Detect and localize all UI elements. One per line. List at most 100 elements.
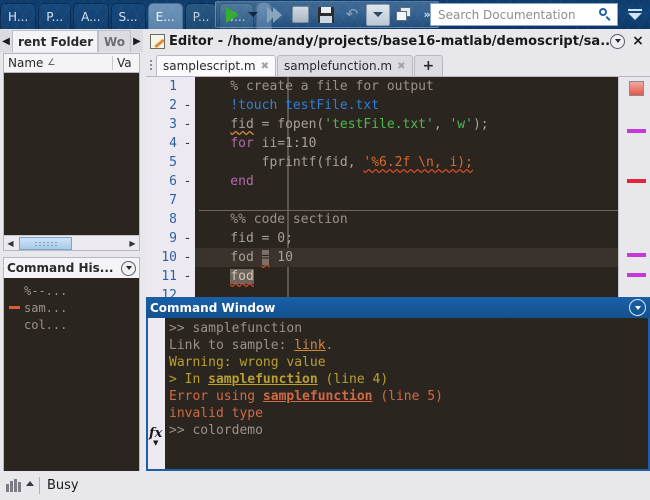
code-line-4[interactable]: for ii=1:10 bbox=[195, 134, 619, 153]
code-line-8[interactable]: %% code section bbox=[195, 210, 619, 229]
ribbon-toolbar: H... P... A... S... E... P... V... ↶ » bbox=[0, 0, 650, 29]
code-line-12[interactable] bbox=[195, 286, 619, 297]
output-hyperlink[interactable]: samplefunction bbox=[263, 389, 373, 404]
hscroll-thumb[interactable] bbox=[19, 236, 72, 250]
file-tab-samplescript[interactable]: samplescript.m ✖ bbox=[156, 55, 276, 76]
editor-marker-strip[interactable] bbox=[618, 77, 650, 297]
column-header-value-label: Va bbox=[117, 56, 132, 70]
output-text: . bbox=[325, 338, 334, 353]
hscroll-left-button[interactable]: ◀ bbox=[4, 236, 17, 250]
run-button[interactable] bbox=[219, 3, 245, 27]
ribbon-tab-editor[interactable]: E... bbox=[147, 3, 183, 29]
breakpoint-slot[interactable]: - bbox=[180, 96, 195, 115]
breakpoint-slot[interactable] bbox=[180, 77, 195, 96]
editor-tabbar-grip[interactable] bbox=[146, 55, 156, 76]
collapse-ribbon-arrow-icon bbox=[628, 12, 642, 20]
search-documentation-box[interactable] bbox=[430, 3, 618, 26]
tabbar-scroll-left-button[interactable]: ◀ bbox=[0, 30, 12, 52]
command-history-list[interactable]: %--... sam... col... bbox=[3, 278, 140, 491]
undo-button[interactable]: ↶ bbox=[339, 3, 365, 27]
ribbon-tab-publish[interactable]: P... bbox=[184, 3, 218, 29]
left-dock-column: ◀ rent Folder Wo ▶ Name ∠ Va ◀ ▶ Command… bbox=[0, 29, 143, 500]
close-icon[interactable]: ✖ bbox=[261, 61, 269, 72]
current-folder-hscrollbar[interactable]: ◀ ▶ bbox=[4, 235, 139, 250]
editor-dropdown-button[interactable] bbox=[610, 33, 625, 49]
breakpoint-slot[interactable] bbox=[180, 153, 195, 172]
output-hyperlink[interactable]: link bbox=[294, 338, 325, 353]
breakpoint-slot[interactable]: - bbox=[180, 248, 195, 267]
code-line-9[interactable]: fid = 0; bbox=[195, 229, 619, 248]
column-header-value[interactable]: Va bbox=[113, 56, 139, 70]
tab-workspace[interactable]: Wo bbox=[97, 30, 131, 52]
list-item[interactable]: sam... bbox=[4, 299, 139, 316]
breakpoint-slot[interactable]: - bbox=[180, 172, 195, 191]
error-flag-icon[interactable] bbox=[629, 81, 644, 96]
tab-current-folder-label: rent Folder bbox=[18, 34, 94, 49]
new-file-tab-button[interactable]: + bbox=[413, 55, 444, 76]
marker-tick[interactable] bbox=[627, 253, 646, 257]
command-window-dropdown-button[interactable] bbox=[629, 299, 646, 316]
busy-caret-icon[interactable] bbox=[26, 481, 34, 486]
undo-dropdown-button[interactable] bbox=[366, 3, 390, 26]
breakpoint-slot[interactable]: - bbox=[180, 229, 195, 248]
busy-indicator-icon bbox=[6, 479, 21, 492]
breakpoint-slot[interactable] bbox=[180, 210, 195, 229]
ribbon-tab-plots[interactable]: P... bbox=[38, 3, 72, 29]
breakpoint-slot[interactable]: - bbox=[180, 267, 195, 286]
command-window-body[interactable]: fx ▼ >> samplefunction Link to sample: l… bbox=[146, 318, 650, 471]
command-window-title: Command Window bbox=[150, 300, 276, 315]
line-number: 9 bbox=[169, 231, 177, 246]
list-item[interactable]: %--... bbox=[4, 282, 139, 299]
run-and-advance-button[interactable] bbox=[261, 3, 287, 27]
list-item[interactable]: col... bbox=[4, 316, 139, 333]
editor-close-button[interactable]: × bbox=[630, 33, 646, 49]
code-line-11[interactable]: fod bbox=[195, 267, 619, 286]
code-line-5[interactable]: fprintf(fid, '%6.2f \n, i); bbox=[195, 153, 619, 172]
run-options-button[interactable] bbox=[245, 3, 261, 27]
sort-ascending-icon: ∠ bbox=[47, 58, 56, 68]
save-button[interactable] bbox=[313, 3, 339, 27]
editor-breakpoint-gutter[interactable]: - - - - - - - bbox=[180, 77, 196, 297]
tab-current-folder[interactable]: rent Folder bbox=[12, 30, 98, 52]
marker-tick[interactable] bbox=[627, 273, 646, 277]
ribbon-tab-editor-label: E... bbox=[155, 9, 175, 24]
column-header-name[interactable]: Name ∠ bbox=[4, 56, 113, 70]
file-tab-samplefunction[interactable]: samplefunction.m ✖ bbox=[276, 55, 413, 76]
marker-tick[interactable] bbox=[627, 179, 646, 183]
hscroll-track[interactable] bbox=[17, 236, 126, 250]
editor-code-area[interactable]: % create a file for output !touch testFi… bbox=[195, 77, 619, 297]
command-window-output[interactable]: >> samplefunction Link to sample: link. … bbox=[165, 320, 648, 469]
line-number: 5 bbox=[169, 155, 177, 170]
marker-tick[interactable] bbox=[627, 129, 646, 133]
close-icon[interactable]: ✖ bbox=[397, 61, 405, 72]
hscroll-right-button[interactable]: ▶ bbox=[126, 236, 139, 250]
caret-down-icon bbox=[248, 12, 258, 17]
breakpoint-slot[interactable]: - bbox=[180, 134, 195, 153]
output-text: >> samplefunction bbox=[169, 321, 303, 336]
history-item-label: col... bbox=[24, 317, 68, 332]
stop-button[interactable] bbox=[287, 3, 313, 27]
ribbon-collapse-button[interactable] bbox=[625, 5, 645, 23]
code-line-3[interactable]: fid = fopen('testFile.txt', 'w'); bbox=[195, 115, 619, 134]
copy-window-button[interactable] bbox=[391, 3, 417, 27]
fx-button[interactable]: fx ▼ bbox=[149, 426, 162, 447]
ribbon-tab-home[interactable]: H... bbox=[0, 3, 37, 29]
tabbar-scroll-right-button[interactable]: ▶ bbox=[131, 30, 143, 52]
code-line-2[interactable]: !touch testFile.txt bbox=[195, 96, 619, 115]
line-number: 6 bbox=[169, 174, 177, 189]
current-folder-file-list[interactable] bbox=[4, 73, 139, 235]
breakpoint-slot[interactable]: - bbox=[180, 115, 195, 134]
code-line-1[interactable]: % create a file for output bbox=[195, 77, 619, 96]
current-folder-column-header: Name ∠ Va bbox=[4, 54, 139, 73]
code-line-10[interactable]: fod = 10 bbox=[195, 248, 619, 267]
output-hyperlink[interactable]: samplefunction bbox=[208, 372, 318, 387]
code-line-6[interactable]: end bbox=[195, 172, 619, 191]
breakpoint-slot[interactable] bbox=[180, 191, 195, 210]
ribbon-tab-shortcuts[interactable]: S... bbox=[110, 3, 146, 29]
command-history-dropdown-button[interactable] bbox=[121, 260, 136, 276]
line-number: 2 bbox=[169, 98, 177, 113]
code-line-7[interactable] bbox=[195, 191, 619, 210]
ribbon-tab-apps[interactable]: A... bbox=[73, 3, 109, 29]
search-input[interactable] bbox=[436, 6, 599, 23]
